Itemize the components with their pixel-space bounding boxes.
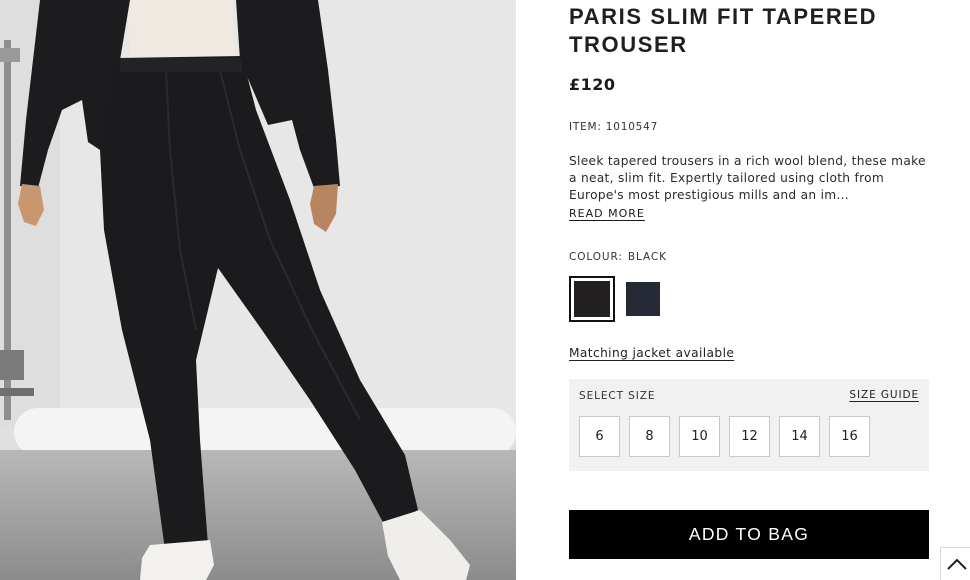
colour-label-key: COLOUR:	[569, 251, 623, 263]
size-option-14[interactable]: 14	[779, 416, 820, 457]
colour-swatch-navy[interactable]	[626, 282, 660, 316]
product-details-panel: PARIS SLIM FIT TAPERED TROUSER £120 ITEM…	[569, 0, 939, 580]
read-more-link[interactable]: READ MORE	[569, 207, 645, 220]
size-option-16[interactable]: 16	[829, 416, 870, 457]
add-to-bag-button[interactable]: ADD TO BAG	[569, 510, 929, 559]
scroll-to-top-button[interactable]	[940, 547, 970, 580]
item-code-label: ITEM:	[569, 121, 602, 133]
select-size-label: SELECT SIZE	[579, 390, 656, 402]
size-option-8[interactable]: 8	[629, 416, 670, 457]
product-price: £120	[569, 75, 616, 94]
size-option-12[interactable]: 12	[729, 416, 770, 457]
product-image[interactable]	[0, 0, 516, 580]
chevron-up-icon	[947, 558, 967, 570]
item-code-value: 1010547	[605, 121, 659, 133]
size-selector: SELECT SIZE SIZE GUIDE 6 8 10 12 14 16	[569, 379, 929, 471]
size-option-10[interactable]: 10	[679, 416, 720, 457]
size-guide-link[interactable]: SIZE GUIDE	[849, 389, 919, 401]
size-option-6[interactable]: 6	[579, 416, 620, 457]
product-title: PARIS SLIM FIT TAPERED TROUSER	[569, 4, 878, 57]
colour-label-value: BLACK	[627, 251, 667, 263]
size-options: 6 8 10 12 14 16	[579, 416, 870, 457]
matching-jacket-link[interactable]: Matching jacket available	[569, 346, 734, 360]
colour-swatch-black-fill	[574, 281, 610, 317]
colour-label: COLOUR: BLACK	[569, 251, 667, 263]
product-description: Sleek tapered trousers in a rich wool bl…	[569, 154, 926, 202]
item-code: ITEM: 1010547	[569, 121, 658, 133]
colour-swatch-black[interactable]	[569, 276, 615, 322]
product-photo-illustration	[0, 0, 516, 580]
